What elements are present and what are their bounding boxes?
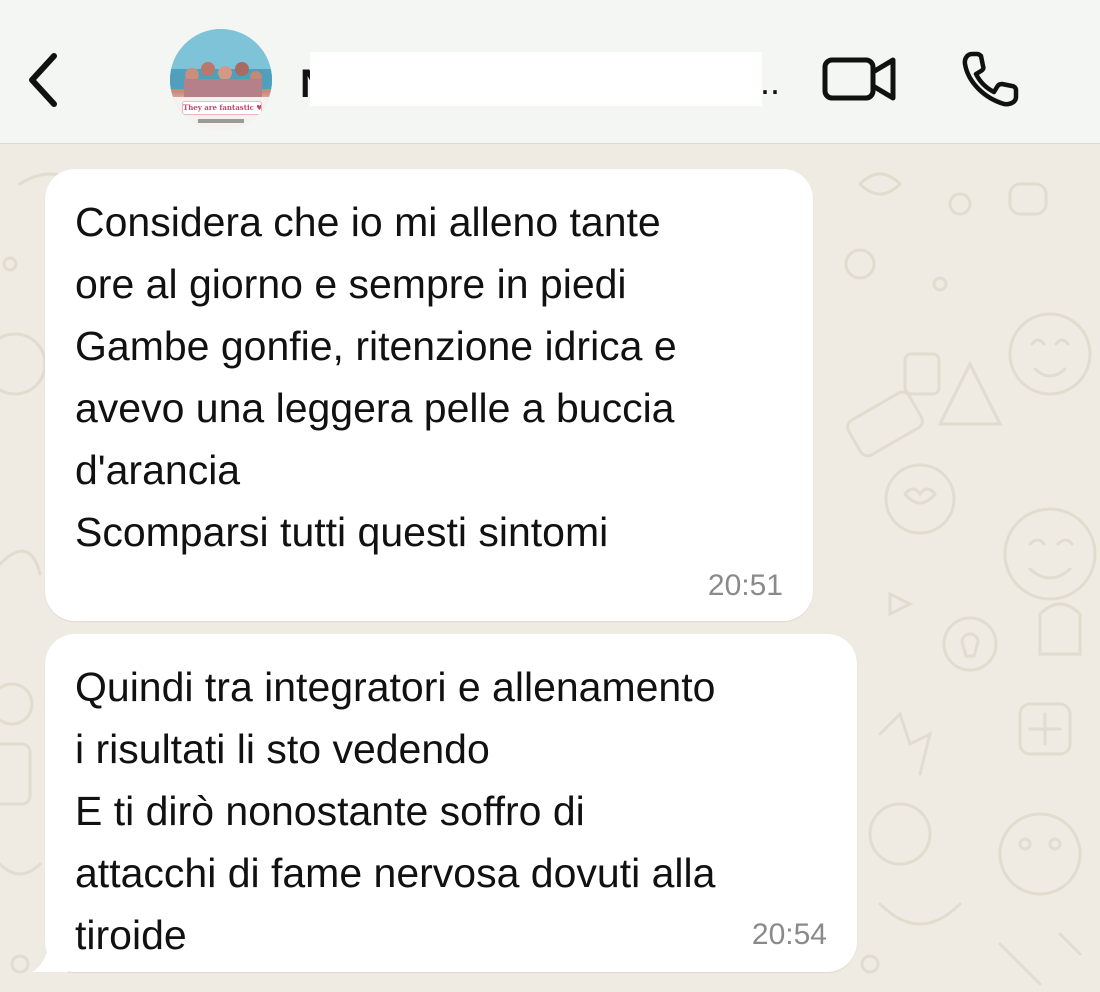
avatar-photo [170, 29, 272, 131]
message-bubble[interactable]: Considera che io mi alleno tante ore al … [45, 169, 813, 621]
message-timestamp: 20:54 [751, 918, 827, 951]
message-timestamp: 20:51 [707, 569, 783, 602]
video-camera-icon [822, 57, 896, 101]
chevron-left-icon [29, 53, 57, 107]
video-call-button[interactable] [818, 46, 900, 110]
chat-area[interactable]: Considera che io mi alleno tante ore al … [0, 144, 1100, 992]
voice-call-button[interactable] [958, 46, 1028, 110]
avatar-banner-text: They are fantastic ♥ [182, 101, 262, 115]
message-text: Quindi tra integratori e allenamento i r… [75, 664, 716, 958]
contact-avatar[interactable]: They are fantastic ♥ [170, 29, 272, 131]
message-bubble[interactable]: Quindi tra integratori e allenamento i r… [45, 634, 857, 972]
back-button[interactable] [20, 48, 68, 112]
contact-name-ellipsis: .. [760, 61, 781, 102]
phone-icon [962, 51, 1019, 107]
message-text: Considera che io mi alleno tante ore al … [75, 199, 677, 555]
contact-name-redaction [310, 52, 762, 106]
bubble-tail [32, 934, 68, 972]
chat-header: They are fantastic ♥ N .. [0, 0, 1100, 144]
